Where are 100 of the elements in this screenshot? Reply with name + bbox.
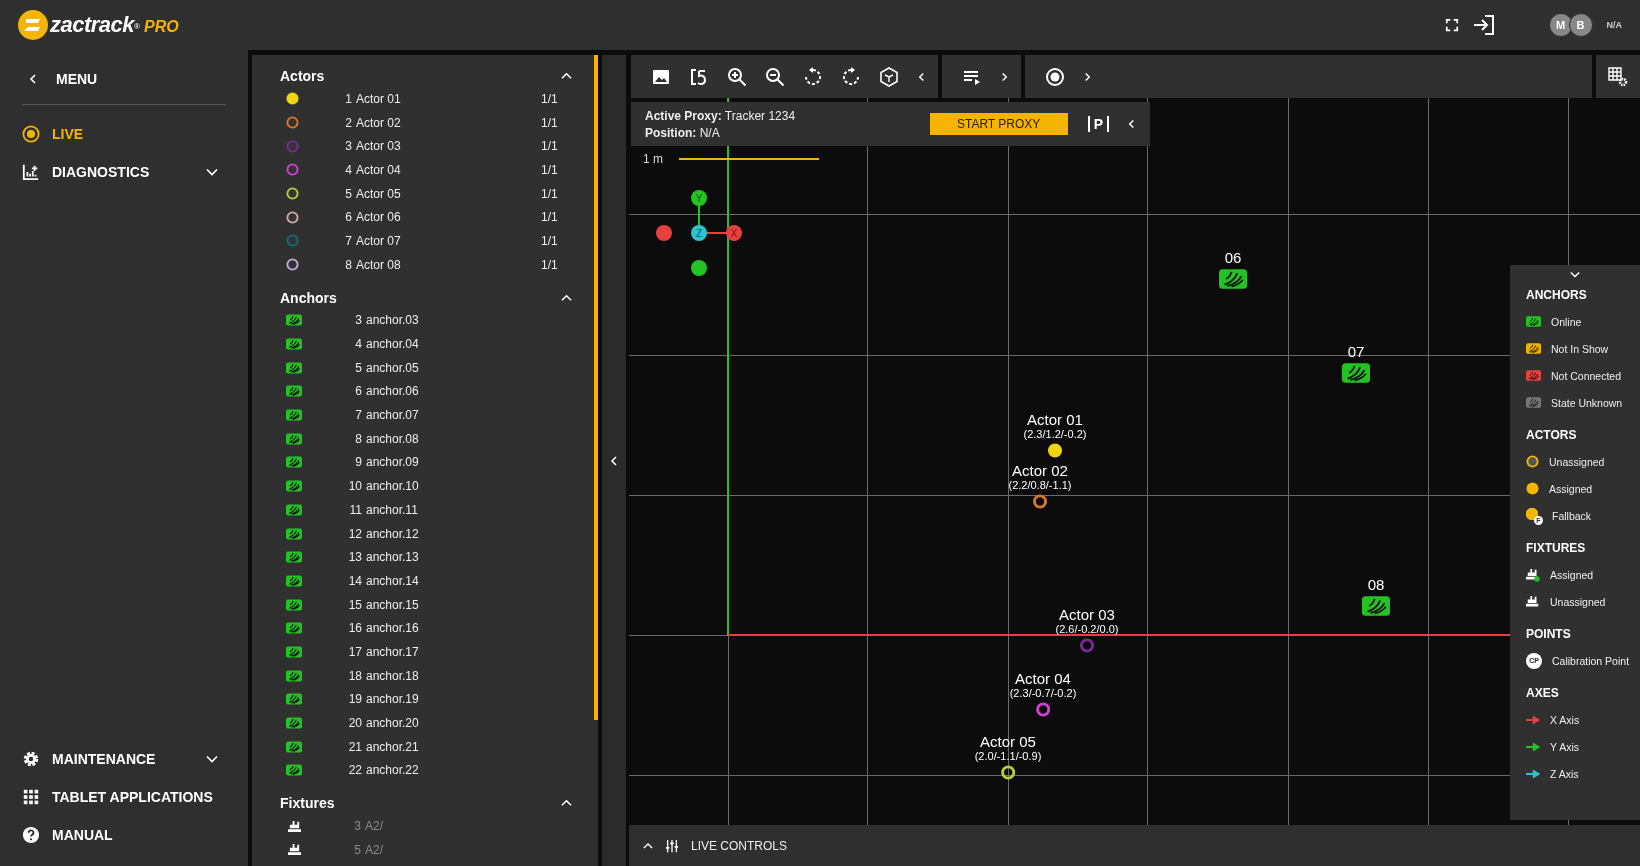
chevron-left-icon[interactable] (917, 71, 926, 82)
legend-label: State Unknown (1551, 396, 1623, 409)
anchor-list-item[interactable]: 21 anchor.21 (252, 734, 598, 759)
actor-list-item[interactable]: 7 Actor 07 1/1 (252, 229, 598, 253)
fixture-icon (1526, 594, 1540, 609)
anchor-list-item[interactable]: 12 anchor.12 (252, 521, 598, 546)
anchor-list-item[interactable]: 20 anchor.20 (252, 711, 598, 735)
active-proxy-text: Active Proxy: Tracker 1234 (645, 108, 797, 123)
anchor-list-item[interactable]: 6 anchor.06 (252, 379, 598, 404)
actor-marker[interactable] (1079, 638, 1095, 653)
fixture-icon (288, 843, 301, 857)
legend-label: Not Connected (1551, 369, 1622, 382)
anchor-list-item[interactable]: 8 anchor.08 (252, 426, 598, 451)
legend-label: Y Axis (1550, 740, 1579, 753)
anchor-list-item[interactable]: 9 anchor.09 (252, 450, 598, 475)
nav-item[interactable]: DIAGNOSTICS (22, 153, 226, 191)
live-controls-label: LIVE CONTROLS (691, 838, 788, 853)
anchor-list-item[interactable]: 13 anchor.13 (252, 545, 598, 570)
nav-item[interactable]: TABLET APPLICATIONS (22, 778, 226, 816)
apps-grid-icon (22, 788, 40, 806)
live-controls-bar[interactable]: LIVE CONTROLS (629, 825, 1640, 866)
record-icon[interactable] (1045, 66, 1065, 87)
legend-label: Not In Show (1551, 342, 1609, 355)
chevron-right-icon[interactable] (1083, 71, 1092, 82)
anchor-list-item[interactable]: 11 anchor.11 (252, 498, 598, 522)
legend-label: Z Axis (1550, 767, 1579, 780)
anchor-list-item[interactable]: 19 anchor.19 (252, 687, 598, 712)
legend-label: Assigned (1549, 482, 1593, 495)
anchor-icon[interactable] (1362, 596, 1390, 616)
chevron-left-icon[interactable] (1127, 119, 1136, 129)
anchor-label: 08 (1367, 576, 1385, 593)
actor-label: Actor 04 (1015, 670, 1071, 687)
cube-icon[interactable] (879, 66, 899, 87)
anchor-list-item[interactable]: 5 anchor.05 (252, 355, 598, 380)
actor-list-item[interactable]: 4 Actor 04 1/1 (252, 158, 598, 182)
nav-item[interactable]: MANUAL (22, 816, 226, 854)
actor-marker[interactable] (1035, 702, 1051, 717)
nav-item[interactable]: MAINTENANCE (22, 740, 226, 778)
actor-list-item[interactable]: 3 Actor 03 1/1 (252, 134, 598, 159)
legend-label: X Axis (1550, 713, 1580, 726)
fixture-list-item[interactable]: 3 A2/ (252, 814, 598, 838)
actor-list-item[interactable]: 8 Actor 08 1/1 (252, 252, 598, 277)
zoom-in-icon[interactable] (727, 66, 747, 87)
anchor-list-item[interactable]: 14 anchor.14 (252, 569, 598, 593)
anchor-list-item[interactable]: 18 anchor.18 (252, 663, 598, 688)
ring-icon (1526, 455, 1539, 468)
actor-position: (2.3/1.2/-0.2) (1023, 428, 1087, 440)
chevron-right-icon[interactable] (1000, 71, 1009, 82)
zoom-out-icon[interactable] (765, 66, 785, 87)
user-avatar[interactable]: M (1548, 13, 1573, 37)
scrollbar-thumb[interactable] (594, 55, 598, 720)
user-status: N/A (1606, 20, 1622, 30)
fixture-list-item[interactable]: 5 A2/ (252, 837, 598, 862)
actor-list-item[interactable]: 5 Actor 05 1/1 (252, 181, 598, 206)
legend-heading: AXES (1526, 686, 1560, 700)
collapse-chevron-icon[interactable] (561, 72, 572, 80)
actor-marker[interactable] (1032, 494, 1048, 509)
menu-back-button[interactable]: MENU (22, 60, 226, 98)
collapse-chevron-icon[interactable] (561, 799, 572, 808)
logo-suffix-text: PRO (144, 18, 179, 36)
user-avatar[interactable]: B (1568, 13, 1593, 37)
anchor-list-item[interactable]: 10 anchor.10 (252, 474, 598, 498)
fullscreen-icon[interactable] (1444, 18, 1459, 32)
anchor-list-item[interactable]: 3 anchor.03 (252, 308, 598, 333)
fixture-icon (1526, 567, 1540, 582)
nav-item[interactable]: LIVE (22, 115, 226, 153)
legend-label: Unassigned (1549, 455, 1605, 468)
actor-label: Actor 03 (1059, 606, 1115, 623)
anchor-list-item[interactable]: 15 anchor.15 (252, 592, 598, 617)
legend-heading: ACTORS (1526, 428, 1578, 442)
rotate-right-icon[interactable] (841, 66, 861, 87)
collapse-chevron-icon[interactable] (561, 293, 572, 302)
sliders-icon (665, 838, 679, 853)
legend-heading: FIXTURES (1526, 541, 1587, 555)
logout-icon[interactable] (1472, 15, 1495, 35)
actor-list-item[interactable]: 2 Actor 02 1/1 (252, 110, 598, 135)
anchor-list-item[interactable]: 4 anchor.04 (252, 332, 598, 356)
anchor-label: 07 (1347, 343, 1365, 360)
legend-label: Assigned (1550, 568, 1594, 581)
help-icon (22, 826, 40, 844)
scale-label: 1 m (643, 152, 663, 166)
rotate-left-icon[interactable] (803, 66, 823, 87)
anchor-list-item[interactable]: 22 anchor.22 (252, 758, 598, 783)
anchor-icon[interactable] (1219, 269, 1247, 289)
reset-view-icon[interactable] (689, 66, 709, 87)
axis-gizmo-drawing[interactable]: Y Z X (654, 183, 754, 283)
anchor-list-item[interactable]: 16 anchor.16 (252, 616, 598, 641)
grid-settings-icon[interactable] (1608, 66, 1628, 87)
section-title: Fixtures (280, 795, 335, 812)
actor-position: (2.2/0.8/-1.1) (1008, 479, 1072, 491)
actor-label: Actor 05 (980, 733, 1036, 750)
proxy-key-button[interactable]: P (1087, 116, 1109, 132)
legend-label: Unassigned (1550, 595, 1606, 608)
start-proxy-button[interactable]: START PROXY (929, 113, 1068, 135)
anchor-list-item[interactable]: 17 anchor.17 (252, 640, 598, 664)
collapse-chevron-icon[interactable] (1570, 271, 1580, 278)
actor-list-item[interactable]: 1 Actor 01 1/1 (252, 87, 598, 111)
anchor-list-item[interactable]: 7 anchor.07 (252, 403, 598, 427)
actor-list-item[interactable]: 6 Actor 06 1/1 (252, 205, 598, 230)
anchor-icon[interactable] (1342, 363, 1370, 383)
